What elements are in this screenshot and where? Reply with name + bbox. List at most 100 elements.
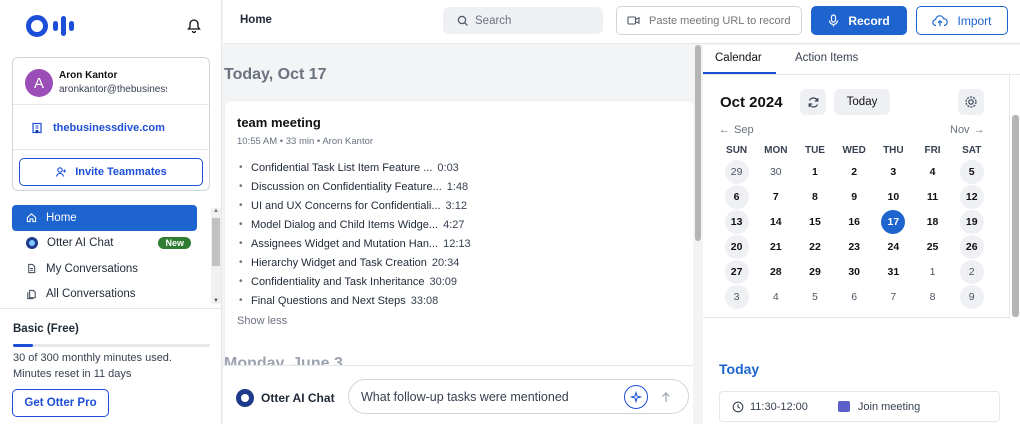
calendar-day[interactable]: 7 [881, 285, 905, 309]
calendar-day[interactable]: 21 [764, 235, 788, 259]
outline-item-time[interactable]: 0:03 [437, 162, 458, 174]
calendar-day-cell: 25 [913, 237, 952, 256]
outline-item[interactable]: • Discussion on Confidentiality Feature..… [239, 177, 499, 196]
calendar-day[interactable]: 5 [803, 285, 827, 309]
join-meeting-link[interactable]: Join meeting [837, 401, 920, 413]
calendar-day[interactable]: 19 [959, 209, 984, 234]
calendar-day[interactable]: 1 [803, 160, 827, 184]
calendar-day[interactable]: 9 [842, 185, 866, 209]
sidebar-scrollbar[interactable]: ▲ ▼ [211, 208, 221, 304]
calendar-day[interactable]: 8 [921, 285, 945, 309]
sidebar-item-label: Otter AI Chat [47, 237, 114, 250]
calendar-day[interactable]: 27 [724, 259, 749, 284]
calendar-day[interactable]: 30 [764, 160, 788, 184]
calendar-day[interactable]: 5 [959, 159, 984, 184]
outline-item-time[interactable]: 4:27 [443, 219, 464, 231]
calendar-day[interactable]: 8 [803, 185, 827, 209]
outline-item-time[interactable]: 30:09 [429, 276, 457, 288]
sidebar-item-home[interactable]: Home [12, 205, 197, 231]
sparkle-icon[interactable] [624, 385, 648, 409]
search-placeholder: Search [475, 14, 512, 27]
calendar-day[interactable]: 22 [803, 235, 827, 259]
chat-input[interactable] [361, 389, 621, 404]
sidebar-item-all-conversations[interactable]: All Conversations [12, 282, 197, 306]
calendar-day[interactable]: 14 [764, 210, 788, 234]
calendar-day[interactable]: 2 [842, 160, 866, 184]
calendar-day[interactable]: 28 [764, 260, 788, 284]
sidebar-item-my-conversations[interactable]: My Conversations [12, 256, 197, 282]
outline-item-time[interactable]: 20:34 [432, 257, 460, 269]
sidebar-nav: Home Otter AI Chat New My Conversations … [12, 205, 212, 305]
today-agenda: Today 11:30-12:00 Join meeting [703, 319, 1020, 424]
sidebar-item-otter-ai-chat[interactable]: Otter AI Chat New [12, 231, 197, 257]
calendar-day[interactable]: 9 [959, 284, 984, 309]
calendar-day[interactable]: 18 [921, 210, 945, 234]
bell-icon[interactable] [186, 18, 202, 34]
search-input[interactable]: Search [443, 7, 603, 34]
calendar-settings-button[interactable] [958, 89, 984, 115]
calendar-day[interactable]: 20 [724, 234, 749, 259]
calendar-day[interactable]: 15 [803, 210, 827, 234]
workspace-domain-link[interactable]: thebusinessdive.com [31, 122, 165, 134]
outline-item[interactable]: • Final Questions and Next Steps 33:08 [239, 291, 499, 310]
next-month-link[interactable]: Nov → [950, 124, 985, 136]
outline-item-time[interactable]: 12:13 [443, 238, 471, 250]
meeting-card[interactable]: team meeting 10:55 AM • 33 min • Aron Ka… [224, 100, 694, 386]
calendar-day[interactable]: 6 [842, 285, 866, 309]
show-less-link[interactable]: Show less [237, 315, 287, 327]
calendar-day[interactable]: 1 [921, 260, 945, 284]
calendar-day[interactable]: 25 [921, 235, 945, 259]
calendar-day-cell: 1 [795, 162, 834, 181]
calendar-day-cell: 17 [874, 209, 913, 234]
outline-item-time[interactable]: 1:48 [447, 181, 468, 193]
outline-item[interactable]: • Model Dialog and Child Items Widge... 4:… [239, 215, 499, 234]
avatar[interactable]: A [25, 69, 53, 97]
outline-item[interactable]: • Assignees Widget and Mutation Han... 12:… [239, 234, 499, 253]
outline-item-time[interactable]: 33:08 [411, 295, 439, 307]
feed-scrollbar[interactable] [693, 45, 703, 424]
calendar-day[interactable]: 4 [921, 160, 945, 184]
calendar-day[interactable]: 29 [803, 260, 827, 284]
calendar-day[interactable]: 29 [724, 159, 749, 184]
invite-teammates-button[interactable]: Invite Teammates [19, 158, 203, 186]
refresh-button[interactable] [800, 89, 826, 115]
import-button[interactable]: Import [916, 6, 1008, 35]
calendar-day[interactable]: 26 [959, 234, 984, 259]
panel-scrollbar[interactable] [1010, 85, 1020, 319]
meeting-url-field[interactable] [616, 6, 802, 35]
calendar-day[interactable]: 13 [724, 209, 749, 234]
get-otter-pro-button[interactable]: Get Otter Pro [12, 389, 109, 417]
previous-month-link[interactable]: ← Sep [719, 124, 754, 136]
calendar-day[interactable]: 3 [724, 284, 749, 309]
calendar-day[interactable]: 3 [881, 160, 905, 184]
calendar-day[interactable]: 12 [959, 184, 984, 209]
chat-input-box[interactable] [348, 379, 689, 414]
outline-item[interactable]: • UI and UX Concerns for Confidentiali...… [239, 196, 499, 215]
calendar-day[interactable]: 11 [921, 185, 945, 209]
meeting-title[interactable]: team meeting [237, 115, 321, 130]
tab-calendar[interactable]: Calendar [715, 52, 762, 64]
calendar-day[interactable]: 24 [881, 235, 905, 259]
calendar-day[interactable]: 7 [764, 185, 788, 209]
outline-item[interactable]: • Hierarchy Widget and Task Creation 20:34 [239, 253, 499, 272]
today-button[interactable]: Today [834, 89, 890, 115]
otter-logo[interactable] [26, 14, 74, 38]
calendar-day[interactable]: 31 [881, 260, 905, 284]
calendar-day-cell: 24 [874, 237, 913, 256]
outline-item[interactable]: • Confidentiality and Task Inheritance 30:… [239, 272, 499, 291]
calendar-day[interactable]: 2 [959, 259, 984, 284]
calendar-day[interactable]: 4 [764, 285, 788, 309]
calendar-day[interactable]: 6 [724, 184, 749, 209]
calendar-day[interactable]: 30 [842, 260, 866, 284]
agenda-event[interactable]: 11:30-12:00 Join meeting [719, 391, 1000, 422]
outline-item[interactable]: • Confidential Task List Item Feature ...… [239, 158, 499, 177]
calendar-day-selected[interactable]: 17 [881, 209, 906, 234]
calendar-day[interactable]: 23 [842, 235, 866, 259]
meeting-url-input[interactable] [649, 14, 799, 27]
send-arrow-icon[interactable] [654, 385, 678, 409]
tab-action-items[interactable]: Action Items [795, 52, 858, 64]
calendar-day[interactable]: 10 [881, 185, 905, 209]
outline-item-time[interactable]: 3:12 [446, 200, 467, 212]
calendar-day[interactable]: 16 [842, 210, 866, 234]
record-button[interactable]: Record [811, 6, 907, 35]
